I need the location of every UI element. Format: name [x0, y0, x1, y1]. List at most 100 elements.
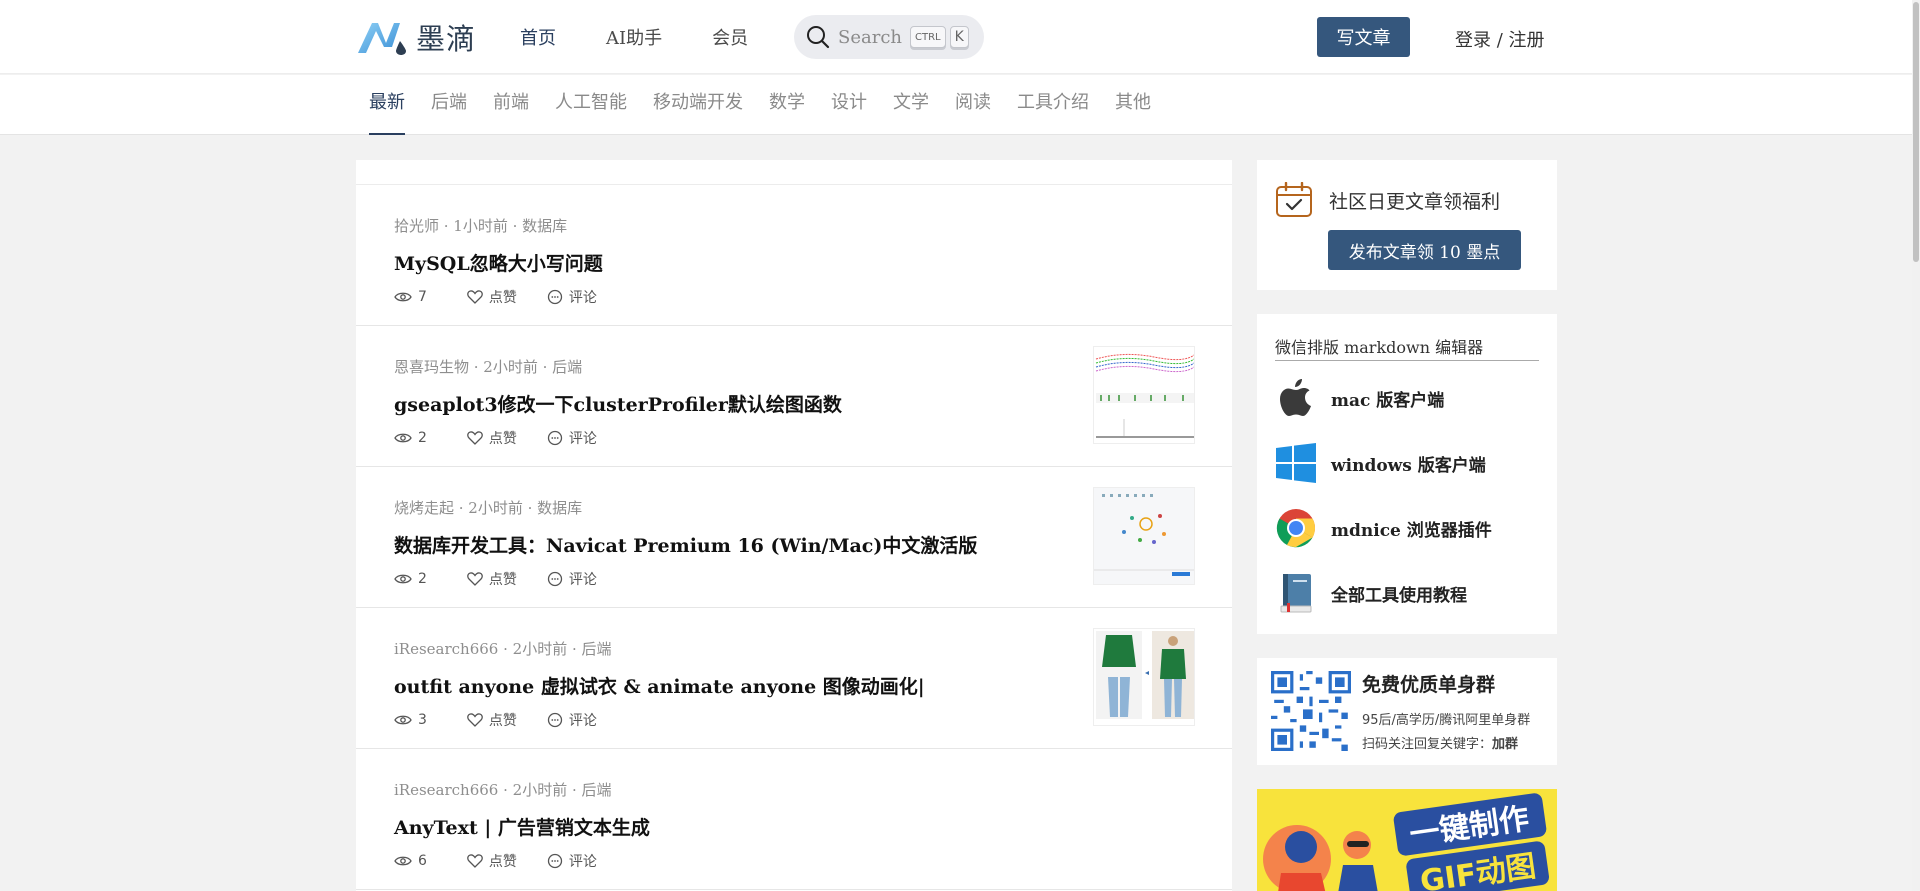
- tool-label: mac 版客户端: [1331, 390, 1445, 411]
- calendar-check-icon: [1276, 182, 1312, 217]
- comment-label: 评论: [568, 572, 597, 588]
- singles-group-card[interactable]: 免费优质单身群 95后/高学历/腾讯阿里单身群 扫码关注回复关键字：加群: [1257, 658, 1557, 765]
- main-nav: 首页 AI助手 会员: [520, 24, 798, 50]
- group-description: 95后/高学历/腾讯阿里单身群: [1362, 713, 1531, 728]
- shortcut-k-key: K: [949, 26, 969, 48]
- view-count-value: 2: [418, 430, 427, 446]
- category-tab-backend[interactable]: 后端: [431, 75, 467, 135]
- article-item[interactable]: iResearch666 · 2小时前 · 后端 outfit anyone 虚…: [356, 608, 1232, 749]
- tool-tutorial[interactable]: 全部工具使用教程: [1275, 571, 1467, 615]
- tools-heading[interactable]: 微信排版 markdown 编辑器: [1275, 334, 1539, 361]
- login-register-link[interactable]: 登录 / 注册: [1455, 26, 1545, 52]
- page-scrollbar[interactable]: [1912, 0, 1920, 891]
- article-stats: 7 点赞 评论: [394, 287, 627, 307]
- comment-icon: [547, 430, 563, 446]
- article-item[interactable]: iResearch666 · 2小时前 · 后端 AnyText | 广告营销文…: [356, 749, 1232, 890]
- like-button[interactable]: 点赞: [467, 710, 517, 730]
- gif-maker-banner[interactable]: 一键制作 GIF动图: [1257, 789, 1557, 891]
- comment-label: 评论: [568, 431, 597, 447]
- nav-home[interactable]: 首页: [520, 24, 556, 50]
- eye-icon: [394, 856, 412, 866]
- category-tab-reading[interactable]: 阅读: [955, 75, 991, 135]
- search-box[interactable]: Search CTRL K: [794, 15, 984, 59]
- category-tab-mobile[interactable]: 移动端开发: [653, 75, 743, 135]
- category-tab-tools[interactable]: 工具介绍: [1017, 75, 1089, 135]
- article-stats: 6 点赞 评论: [394, 851, 627, 871]
- scrollbar-thumb[interactable]: [1913, 2, 1919, 262]
- category-tab-other[interactable]: 其他: [1115, 75, 1151, 135]
- article-feed: 拾光师 · 1小时前 · 数据库 MySQL忽略大小写问题 7 点赞 评论 恩喜…: [356, 160, 1232, 891]
- article-title[interactable]: MySQL忽略大小写问题: [394, 249, 603, 276]
- like-button[interactable]: 点赞: [467, 569, 517, 589]
- category-tab-literature[interactable]: 文学: [893, 75, 929, 135]
- view-count: 6: [394, 851, 427, 871]
- article-title[interactable]: gseaplot3修改一下clusterProfiler默认绘图函数: [394, 390, 842, 417]
- article-meta: 拾光师 · 1小时前 · 数据库: [394, 217, 568, 235]
- chrome-icon: [1275, 507, 1317, 549]
- like-label: 点赞: [488, 854, 517, 870]
- article-thumbnail[interactable]: [1093, 628, 1195, 726]
- article-item[interactable]: 烧烤走起 · 2小时前 · 数据库 数据库开发工具：Navicat Premiu…: [356, 467, 1232, 608]
- view-count: 7: [394, 287, 427, 307]
- view-count-value: 6: [418, 853, 427, 869]
- search-placeholder: Search: [838, 26, 902, 48]
- view-count-value: 3: [418, 712, 427, 728]
- category-tab-ai[interactable]: 人工智能: [555, 75, 627, 135]
- tool-mac-client[interactable]: mac 版客户端: [1275, 376, 1444, 420]
- windows-icon: [1275, 442, 1317, 484]
- comment-button[interactable]: 评论: [547, 710, 597, 730]
- heart-icon: [467, 290, 483, 304]
- comment-icon: [547, 289, 563, 305]
- article-thumbnail[interactable]: [1093, 346, 1195, 444]
- category-bar: 最新 后端 前端 人工智能 移动端开发 数学 设计 文学 阅读 工具介绍 其他: [0, 75, 1920, 135]
- site-logo[interactable]: 墨滴: [356, 18, 476, 56]
- comment-label: 评论: [568, 290, 597, 306]
- article-meta: 烧烤走起 · 2小时前 · 数据库: [394, 499, 583, 517]
- heart-icon: [467, 431, 483, 445]
- heart-icon: [467, 854, 483, 868]
- logo-text: 墨滴: [416, 22, 477, 56]
- comment-button[interactable]: 评论: [547, 569, 597, 589]
- tool-browser-extension[interactable]: mdnice 浏览器插件: [1275, 506, 1492, 550]
- like-button[interactable]: 点赞: [467, 428, 517, 448]
- shortcut-ctrl-key: CTRL: [910, 26, 946, 48]
- gsea-plot-thumbnail-image: [1095, 353, 1194, 438]
- view-count: 2: [394, 428, 427, 448]
- top-header: 墨滴 首页 AI助手 会员 Search CTRL K 写文章 登录 / 注册: [0, 0, 1920, 74]
- nav-ai-assistant[interactable]: AI助手: [606, 24, 662, 50]
- write-article-button[interactable]: 写文章: [1317, 17, 1410, 57]
- comment-button[interactable]: 评论: [547, 851, 597, 871]
- gif-banner-illustration-image: 一键制作 GIF动图: [1257, 789, 1557, 891]
- comment-icon: [547, 712, 563, 728]
- nav-membership[interactable]: 会员: [712, 24, 748, 50]
- group-instruction: 扫码关注回复关键字：加群: [1362, 733, 1518, 752]
- article-item[interactable]: 拾光师 · 1小时前 · 数据库 MySQL忽略大小写问题 7 点赞 评论: [356, 185, 1232, 326]
- comment-icon: [547, 853, 563, 869]
- like-label: 点赞: [488, 290, 517, 306]
- article-title[interactable]: 数据库开发工具：Navicat Premium 16 (Win/Mac)中文激活…: [394, 531, 977, 558]
- article-title[interactable]: outfit anyone 虚拟试衣 & animate anyone 图像动画…: [394, 672, 925, 699]
- category-tab-frontend[interactable]: 前端: [493, 75, 529, 135]
- comment-button[interactable]: 评论: [547, 428, 597, 448]
- virtual-tryon-thumbnail-image: [1094, 629, 1194, 725]
- like-label: 点赞: [488, 431, 517, 447]
- article-item[interactable]: 恩喜玛生物 · 2小时前 · 后端 gseaplot3修改一下clusterPr…: [356, 326, 1232, 467]
- eye-icon: [394, 574, 412, 584]
- category-tab-design[interactable]: 设计: [831, 75, 867, 135]
- category-tab-latest[interactable]: 最新: [369, 75, 405, 135]
- comment-label: 评论: [568, 854, 597, 870]
- category-tab-math[interactable]: 数学: [769, 75, 805, 135]
- like-button[interactable]: 点赞: [467, 287, 517, 307]
- comment-button[interactable]: 评论: [547, 287, 597, 307]
- article-thumbnail[interactable]: [1093, 487, 1195, 585]
- tool-label: windows 版客户端: [1331, 455, 1486, 476]
- article-title[interactable]: AnyText | 广告营销文本生成: [394, 813, 650, 840]
- logo-mark-icon: [358, 23, 406, 55]
- apple-icon: [1275, 377, 1317, 419]
- like-button[interactable]: 点赞: [467, 851, 517, 871]
- tool-windows-client[interactable]: windows 版客户端: [1275, 441, 1486, 485]
- feed-top-spacer: [356, 160, 1232, 185]
- article-stats: 2 点赞 评论: [394, 569, 627, 589]
- publish-reward-button[interactable]: 发布文章领 10 墨点: [1328, 230, 1521, 270]
- like-label: 点赞: [488, 572, 517, 588]
